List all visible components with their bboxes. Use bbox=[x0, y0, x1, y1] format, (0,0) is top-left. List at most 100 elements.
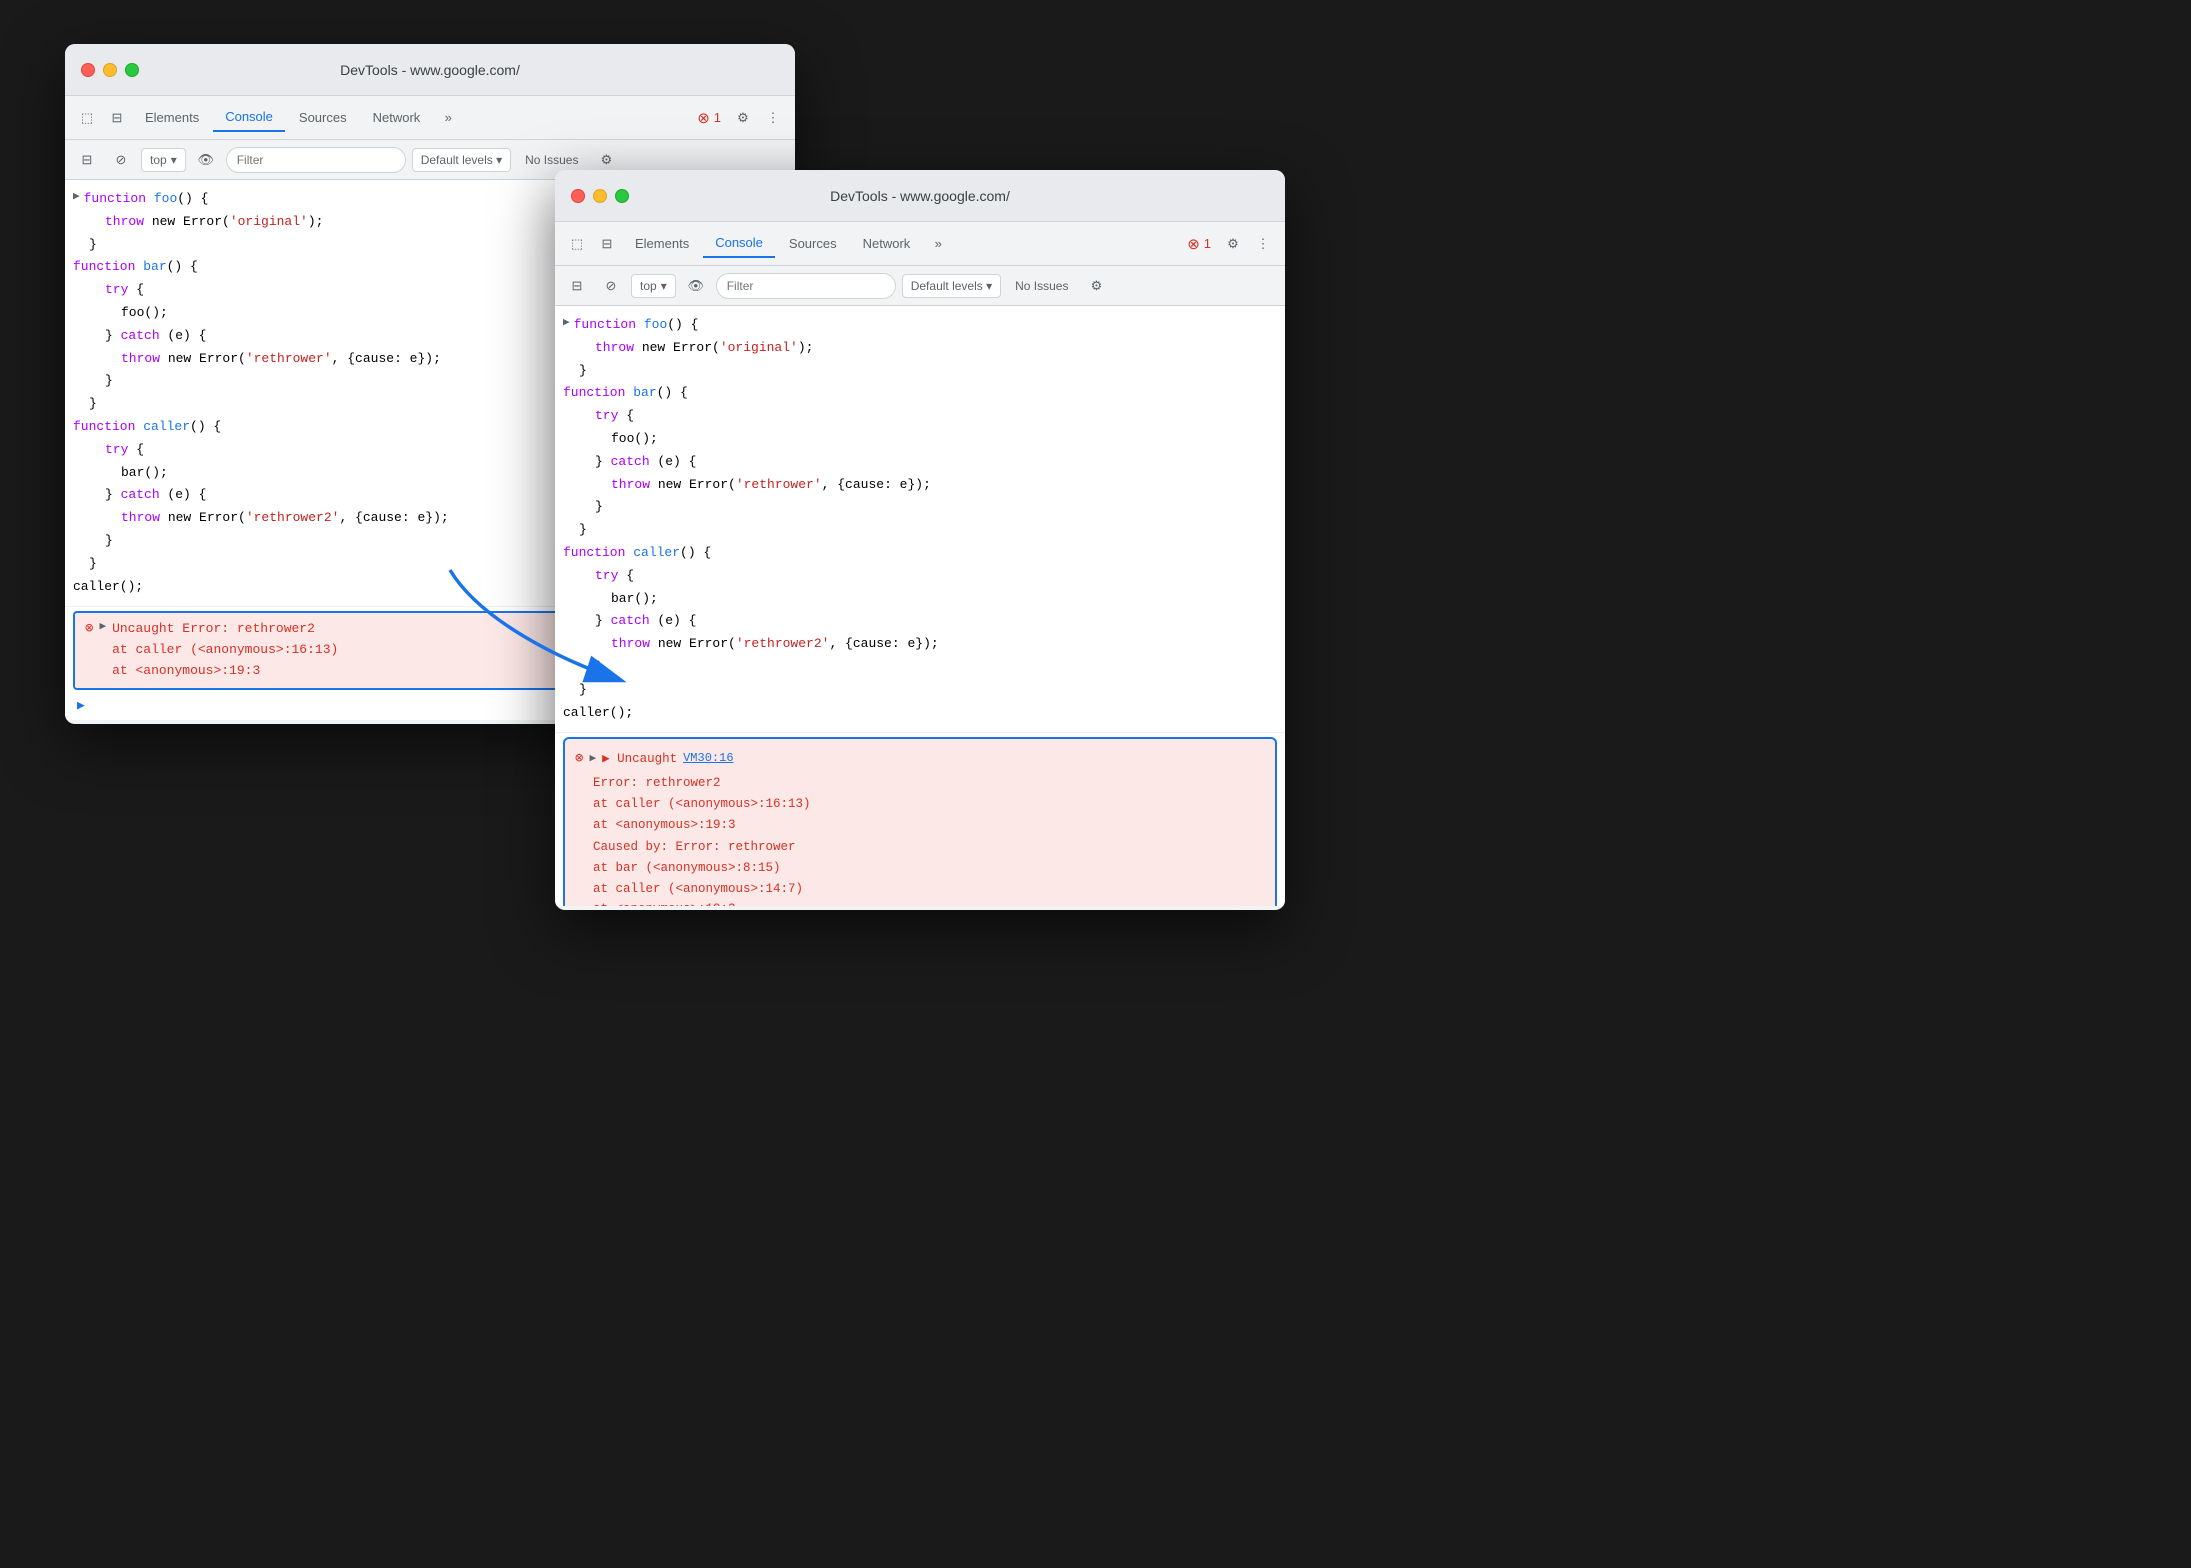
code-line-2-6: foo(); bbox=[555, 428, 1285, 451]
error-line-0: Error: rethrower2 bbox=[593, 773, 1265, 794]
eye-icon-1[interactable]: 👁 bbox=[192, 146, 220, 174]
close-button-2[interactable] bbox=[571, 189, 585, 203]
error-badge-2[interactable]: ⊗ 1 bbox=[1181, 231, 1217, 257]
context-selector-2[interactable]: top ▾ bbox=[631, 274, 676, 298]
more-tabs-icon-1[interactable]: » bbox=[434, 104, 462, 132]
error-badge-1[interactable]: ⊗ 1 bbox=[691, 105, 727, 131]
code-line-2-11: function caller() { bbox=[555, 542, 1285, 565]
code-line-2-4: function bar() { bbox=[555, 382, 1285, 405]
code-line-2-15: throw new Error('rethrower2', {cause: e}… bbox=[555, 633, 1285, 656]
code-line-2-7: } catch (e) { bbox=[555, 451, 1285, 474]
error-stack-line-1: at caller (<anonymous>:16:13) bbox=[112, 640, 338, 661]
tab-sources-1[interactable]: Sources bbox=[287, 104, 359, 131]
minimize-button-2[interactable] bbox=[593, 189, 607, 203]
inspect-icon-2[interactable]: ⬚ bbox=[563, 230, 591, 258]
context-arrow-icon-1: ▾ bbox=[171, 153, 177, 167]
close-button-1[interactable] bbox=[81, 63, 95, 77]
error-circle-icon-2: ⊗ bbox=[1187, 235, 1200, 253]
levels-btn-1[interactable]: Default levels ▾ bbox=[412, 148, 511, 172]
error-text-1: Uncaught Error: rethrower2 at caller (<a… bbox=[112, 619, 338, 681]
error-line-5: at caller (<anonymous>:14:7) bbox=[593, 879, 1265, 900]
error-icon-enhanced: ⊗ bbox=[575, 748, 583, 771]
filter-input-1[interactable] bbox=[226, 147, 406, 173]
code-line-2-14: } catch (e) { bbox=[555, 610, 1285, 633]
code-line-2-18: caller(); bbox=[555, 702, 1285, 725]
levels-btn-2[interactable]: Default levels ▾ bbox=[902, 274, 1001, 298]
code-line-2-13: bar(); bbox=[555, 588, 1285, 611]
context-arrow-icon-2: ▾ bbox=[661, 279, 667, 293]
context-label-2: top bbox=[640, 279, 657, 293]
device-icon-2[interactable]: ⊟ bbox=[593, 230, 621, 258]
tab-sources-2[interactable]: Sources bbox=[777, 230, 849, 257]
traffic-lights-1 bbox=[81, 63, 139, 77]
error-expand-enhanced[interactable]: ▶ bbox=[589, 750, 596, 768]
minimize-button-1[interactable] bbox=[103, 63, 117, 77]
tab-elements-2[interactable]: Elements bbox=[623, 230, 701, 257]
code-line-2-2: throw new Error('original'); bbox=[555, 337, 1285, 360]
console-content-2: ▶ function foo() { throw new Error('orig… bbox=[555, 306, 1285, 906]
tab-network-1[interactable]: Network bbox=[361, 104, 433, 131]
error-stack-line-2: at <anonymous>:19:3 bbox=[112, 661, 338, 682]
settings-icon-2[interactable]: ⚙ bbox=[1219, 230, 1247, 258]
error-line-1: at caller (<anonymous>:16:13) bbox=[593, 794, 1265, 815]
settings-icon-1[interactable]: ⚙ bbox=[729, 104, 757, 132]
clear-icon-1[interactable]: ⊘ bbox=[107, 146, 135, 174]
eye-icon-2[interactable]: 👁 bbox=[682, 272, 710, 300]
window-title-1: DevTools - www.google.com/ bbox=[340, 62, 520, 78]
inspect-icon-1[interactable]: ⬚ bbox=[73, 104, 101, 132]
traffic-lights-2 bbox=[571, 189, 629, 203]
more-icon-1[interactable]: ⋮ bbox=[759, 104, 787, 132]
tab-bar-1: ⬚ ⊟ Elements Console Sources Network » ⊗… bbox=[65, 96, 795, 140]
code-line-2-1: ▶ function foo() { bbox=[555, 314, 1285, 337]
tab-network-2[interactable]: Network bbox=[851, 230, 923, 257]
maximize-button-1[interactable] bbox=[125, 63, 139, 77]
window-title-2: DevTools - www.google.com/ bbox=[830, 188, 1010, 204]
clear-icon-2[interactable]: ⊘ bbox=[597, 272, 625, 300]
error-line-4: at bar (<anonymous>:8:15) bbox=[593, 858, 1265, 879]
vm-link[interactable]: VM30:16 bbox=[683, 749, 733, 769]
maximize-button-2[interactable] bbox=[615, 189, 629, 203]
expand-arrow-1[interactable]: ▶ bbox=[73, 189, 80, 207]
tab-bar-2: ⬚ ⊟ Elements Console Sources Network » ⊗… bbox=[555, 222, 1285, 266]
toolbar-2: ⊟ ⊘ top ▾ 👁 Default levels ▾ No Issues ⚙ bbox=[555, 266, 1285, 306]
error-expand-1[interactable]: ▶ bbox=[99, 619, 106, 633]
code-line-2-12: try { bbox=[555, 565, 1285, 588]
tab-elements-1[interactable]: Elements bbox=[133, 104, 211, 131]
title-bar-1: DevTools - www.google.com/ bbox=[65, 44, 795, 96]
error-icon-1: ⊗ bbox=[85, 620, 93, 637]
code-line-2-3: } bbox=[555, 360, 1285, 383]
device-icon-1[interactable]: ⊟ bbox=[103, 104, 131, 132]
error-circle-icon-1: ⊗ bbox=[697, 109, 710, 127]
prompt-arrow-1: ▶ bbox=[77, 698, 85, 713]
tab-console-2[interactable]: Console bbox=[703, 229, 775, 258]
error-count-1: 1 bbox=[714, 110, 721, 125]
error-title-1: Uncaught Error: rethrower2 bbox=[112, 619, 338, 640]
no-issues-btn-2[interactable]: No Issues bbox=[1007, 275, 1076, 297]
expand-arrow-2[interactable]: ▶ bbox=[563, 315, 570, 333]
context-label-1: top bbox=[150, 153, 167, 167]
more-icon-2[interactable]: ⋮ bbox=[1249, 230, 1277, 258]
tab-console-1[interactable]: Console bbox=[213, 103, 285, 132]
code-section-2: ▶ function foo() { throw new Error('orig… bbox=[555, 306, 1285, 733]
code-line-2-5: try { bbox=[555, 405, 1285, 428]
filter-input-2[interactable] bbox=[716, 273, 896, 299]
error-uncaught-label: ▶ Uncaught bbox=[602, 749, 677, 770]
error-body-enhanced: Error: rethrower2 at caller (<anonymous>… bbox=[575, 773, 1265, 906]
settings2-icon-2[interactable]: ⚙ bbox=[1082, 272, 1110, 300]
no-issues-btn-1[interactable]: No Issues bbox=[517, 149, 586, 171]
error-box-enhanced: ⊗ ▶ ▶ Uncaught VM30:16 Error: rethrower2… bbox=[563, 737, 1277, 906]
sidebar-icon-1[interactable]: ⊟ bbox=[73, 146, 101, 174]
code-line-2-9: } bbox=[555, 496, 1285, 519]
sidebar-icon-2[interactable]: ⊟ bbox=[563, 272, 591, 300]
code-line-2-10: } bbox=[555, 519, 1285, 542]
error-line-2: at <anonymous>:19:3 bbox=[593, 815, 1265, 836]
code-line-2-16: } bbox=[555, 656, 1285, 679]
code-line-2-8: throw new Error('rethrower', {cause: e})… bbox=[555, 474, 1285, 497]
code-line-2-17: } bbox=[555, 679, 1285, 702]
error-line-6: at <anonymous>:19:3 bbox=[593, 899, 1265, 906]
error-line-3: Caused by: Error: rethrower bbox=[593, 837, 1265, 858]
more-tabs-icon-2[interactable]: » bbox=[924, 230, 952, 258]
error-header-enhanced: ⊗ ▶ ▶ Uncaught VM30:16 bbox=[575, 747, 1265, 771]
error-count-2: 1 bbox=[1204, 236, 1211, 251]
context-selector-1[interactable]: top ▾ bbox=[141, 148, 186, 172]
